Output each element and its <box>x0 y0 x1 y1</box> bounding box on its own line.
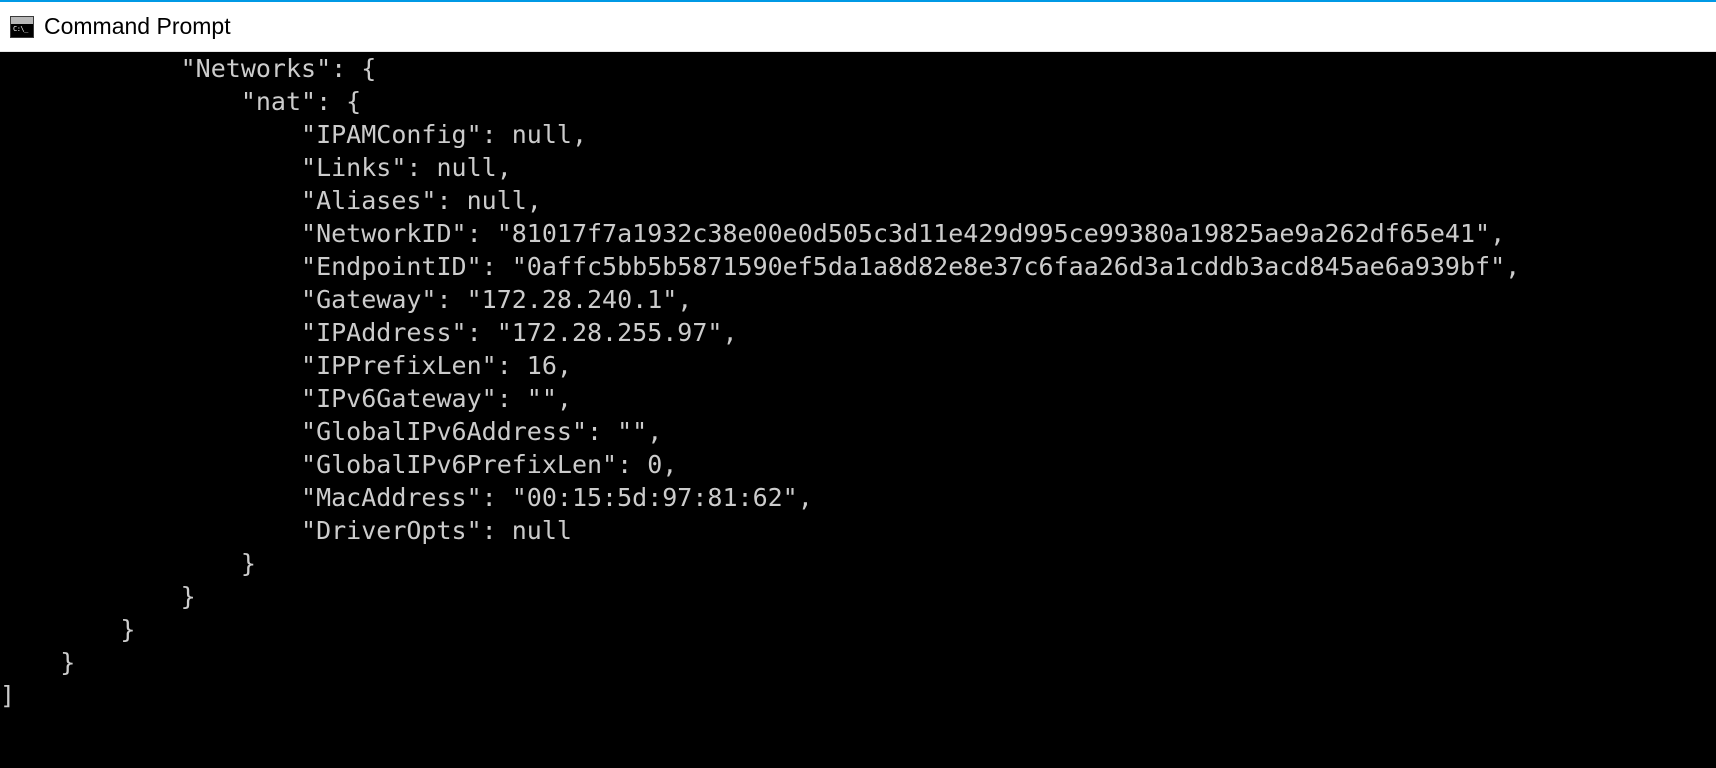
terminal-line: } <box>0 582 196 611</box>
terminal-line: } <box>0 615 135 644</box>
terminal-line: "Links": null, <box>0 153 512 182</box>
terminal-line: "GlobalIPv6PrefixLen": 0, <box>0 450 677 479</box>
terminal-line: "IPPrefixLen": 16, <box>0 351 572 380</box>
terminal-output[interactable]: "Networks": { "nat": { "IPAMConfig": nul… <box>0 52 1716 768</box>
terminal-line: "Gateway": "172.28.240.1", <box>0 285 692 314</box>
terminal-line: "Networks": { <box>0 54 376 83</box>
terminal-line: } <box>0 648 75 677</box>
window-title: Command Prompt <box>44 13 231 40</box>
terminal-line: "Aliases": null, <box>0 186 542 215</box>
terminal-line: "IPAddress": "172.28.255.97", <box>0 318 738 347</box>
terminal-line: } <box>0 549 256 578</box>
terminal-line: ] <box>0 681 15 710</box>
terminal-line: "DriverOpts": null <box>0 516 572 545</box>
window-titlebar[interactable]: Command Prompt <box>0 2 1716 52</box>
terminal-line: "NetworkID": "81017f7a1932c38e00e0d505c3… <box>0 219 1505 248</box>
cmd-icon <box>10 16 34 38</box>
terminal-line: "MacAddress": "00:15:5d:97:81:62", <box>0 483 813 512</box>
terminal-line: "GlobalIPv6Address": "", <box>0 417 662 446</box>
terminal-line: "nat": { <box>0 87 361 116</box>
terminal-line: "EndpointID": "0affc5bb5b5871590ef5da1a8… <box>0 252 1520 281</box>
terminal-line: "IPv6Gateway": "", <box>0 384 572 413</box>
terminal-line: "IPAMConfig": null, <box>0 120 587 149</box>
